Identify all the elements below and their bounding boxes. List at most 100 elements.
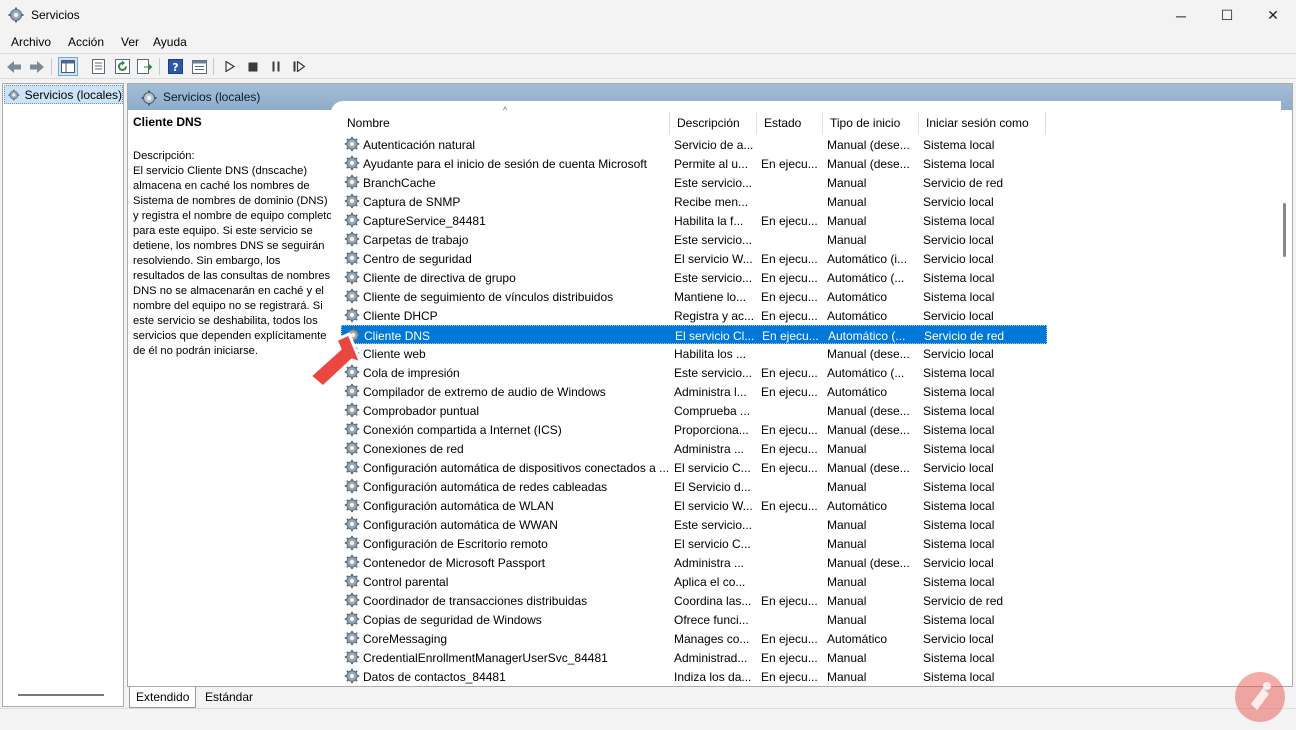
service-row[interactable]: Configuración automática de dispositivos… (341, 458, 1047, 477)
service-row[interactable]: Configuración automática de redes cablea… (341, 477, 1047, 496)
description-panel: Cliente DNS Descripción: El servicio Cli… (133, 115, 333, 359)
selected-service-name: Cliente DNS (133, 115, 202, 129)
service-state: En ejecu... (761, 214, 818, 228)
play-icon[interactable] (220, 57, 240, 76)
tab-estandar[interactable]: Estándar (199, 687, 259, 708)
service-description: El servicio Cl... (675, 329, 755, 343)
close-button[interactable]: ✕ (1250, 0, 1296, 31)
service-state: En ejecu... (761, 252, 818, 266)
minimize-button[interactable]: ─ (1158, 0, 1204, 31)
service-description: Comprueba ... (674, 404, 751, 418)
service-description: El servicio W... (674, 252, 753, 266)
services-gear-icon (8, 89, 20, 100)
resume-icon[interactable] (289, 57, 309, 76)
service-description: Ofrece funci... (674, 613, 749, 627)
service-state: En ejecu... (761, 461, 818, 475)
service-row[interactable]: Compilador de extremo de audio de Window… (341, 382, 1047, 401)
service-row[interactable]: Cliente de directiva de grupo Este servic… (341, 268, 1047, 287)
services-list: ^ Nombre Descripción Estado Tipo de inic… (331, 101, 1281, 691)
help-icon[interactable]: ? (165, 57, 185, 76)
service-logon-as: Sistema local (923, 499, 995, 513)
service-description: Este servicio... (674, 233, 753, 247)
service-row[interactable]: Copias de seguridad de Windows Ofrece fun… (341, 610, 1047, 629)
service-startup-type: Automático (827, 309, 888, 323)
service-startup-type: Manual (dese... (827, 423, 910, 437)
scrollbar-thumb[interactable] (1283, 203, 1286, 257)
service-gear-icon (344, 250, 360, 266)
service-gear-icon (344, 573, 360, 589)
service-row[interactable]: Configuración automática de WWAN Este ser… (341, 515, 1047, 534)
service-logon-as: Sistema local (923, 518, 995, 532)
vertical-scrollbar[interactable] (1278, 110, 1292, 680)
forward-arrow-icon[interactable] (27, 57, 47, 76)
service-logon-as: Servicio local (923, 233, 994, 247)
tree-node-label: Servicios (locales) (24, 87, 122, 102)
properties-icon[interactable] (88, 57, 108, 76)
menu-accion[interactable]: Acción (68, 35, 104, 49)
service-row[interactable]: CaptureService_84481 Habilita la f... En e… (341, 211, 1047, 230)
tab-extendido[interactable]: Extendido (129, 687, 197, 708)
menu-archivo[interactable]: Archivo (11, 35, 51, 49)
service-description: Coordina las... (674, 594, 752, 608)
service-row[interactable]: Carpetas de trabajo Este servicio... Manua… (341, 230, 1047, 249)
service-logon-as: Servicio de red (924, 329, 1005, 343)
service-row[interactable]: Captura de SNMP Recibe men... Manual Servic… (341, 192, 1047, 211)
service-description: Este servicio... (674, 176, 753, 190)
service-row[interactable]: Comprobador puntual Comprueba ... Manual (… (341, 401, 1047, 420)
service-row[interactable]: Conexiones de red Administra ... En ejecu.… (341, 439, 1047, 458)
service-row[interactable]: Cliente DHCP Registra y ac... En ejecu... A… (341, 306, 1047, 325)
service-startup-type: Manual (827, 176, 867, 190)
column-header-startup[interactable]: Tipo de inicio (830, 116, 900, 130)
service-startup-type: Manual (dese... (827, 347, 910, 361)
service-row[interactable]: Coordinador de transacciones distribuida… (341, 591, 1047, 610)
pause-icon[interactable] (266, 57, 286, 76)
service-gear-icon (344, 174, 360, 190)
service-gear-icon (344, 193, 360, 209)
column-header-description[interactable]: Descripción (677, 116, 740, 130)
service-name: Captura de SNMP (363, 195, 461, 209)
service-description: Habilita los ... (674, 347, 747, 361)
column-header-state[interactable]: Estado (764, 116, 801, 130)
service-row[interactable]: CredentialEnrollmentManagerUserSvc_84481… (341, 648, 1047, 667)
service-row[interactable]: Cliente web Habilita los ... Manual (dese.… (341, 344, 1047, 363)
service-gear-icon (344, 307, 360, 323)
back-arrow-icon[interactable] (4, 57, 24, 76)
service-row[interactable]: Autenticación natural Servicio de a... Man… (341, 135, 1047, 154)
tree-horizontal-scrollbar[interactable] (18, 694, 104, 696)
service-gear-icon (344, 478, 360, 494)
service-description: El Servicio d... (674, 480, 751, 494)
export-list-icon[interactable] (135, 57, 155, 76)
stop-icon[interactable] (243, 57, 263, 76)
refresh-icon[interactable] (112, 57, 132, 76)
service-row[interactable]: Configuración automática de WLAN El servi… (341, 496, 1047, 515)
service-row[interactable]: Ayudante para el inicio de sesión de cue… (341, 154, 1047, 173)
column-header-logon[interactable]: Iniciar sesión como (926, 116, 1029, 130)
view-pane-icon[interactable] (189, 57, 209, 76)
service-description: Registra y ac... (674, 309, 754, 323)
service-row[interactable]: Control parental Aplica el co... Manual Sis… (341, 572, 1047, 591)
service-row[interactable]: CoreMessaging Manages co... En ejecu... Aut… (341, 629, 1047, 648)
service-name: Cliente de seguimiento de vínculos distr… (363, 290, 614, 304)
tree-node-servicios-locales[interactable]: Servicios (locales) (4, 85, 123, 104)
service-row[interactable]: Centro de seguridad El servicio W... En ej… (341, 249, 1047, 268)
column-header-name[interactable]: Nombre (347, 116, 390, 130)
service-row[interactable]: Datos de contactos_84481 Indiza los da...… (341, 667, 1047, 686)
service-description: Servicio de a... (674, 138, 754, 152)
service-row[interactable]: BranchCache Este servicio... Manual Servici… (341, 173, 1047, 192)
service-row[interactable]: Cola de impresión Este servicio... En ejec… (341, 363, 1047, 382)
menu-ver[interactable]: Ver (121, 35, 139, 49)
service-row[interactable]: Configuración de Escritorio remoto El ser… (341, 534, 1047, 553)
service-startup-type: Manual (827, 594, 867, 608)
menu-ayuda[interactable]: Ayuda (153, 35, 187, 49)
service-row[interactable]: Contenedor de Microsoft Passport Administ… (341, 553, 1047, 572)
maximize-button[interactable]: ☐ (1204, 0, 1250, 31)
service-name: Control parental (363, 575, 449, 589)
service-row[interactable]: Cliente DNS El servicio Cl... En ejecu... A… (341, 325, 1047, 344)
service-row[interactable]: Conexión compartida a Internet (ICS) Prop… (341, 420, 1047, 439)
console-tree-icon[interactable] (58, 57, 78, 76)
service-startup-type: Manual (dese... (827, 138, 910, 152)
service-name: BranchCache (363, 176, 436, 190)
description-label: Descripción: (133, 150, 195, 162)
service-logon-as: Sistema local (923, 366, 995, 380)
service-row[interactable]: Cliente de seguimiento de vínculos distr… (341, 287, 1047, 306)
